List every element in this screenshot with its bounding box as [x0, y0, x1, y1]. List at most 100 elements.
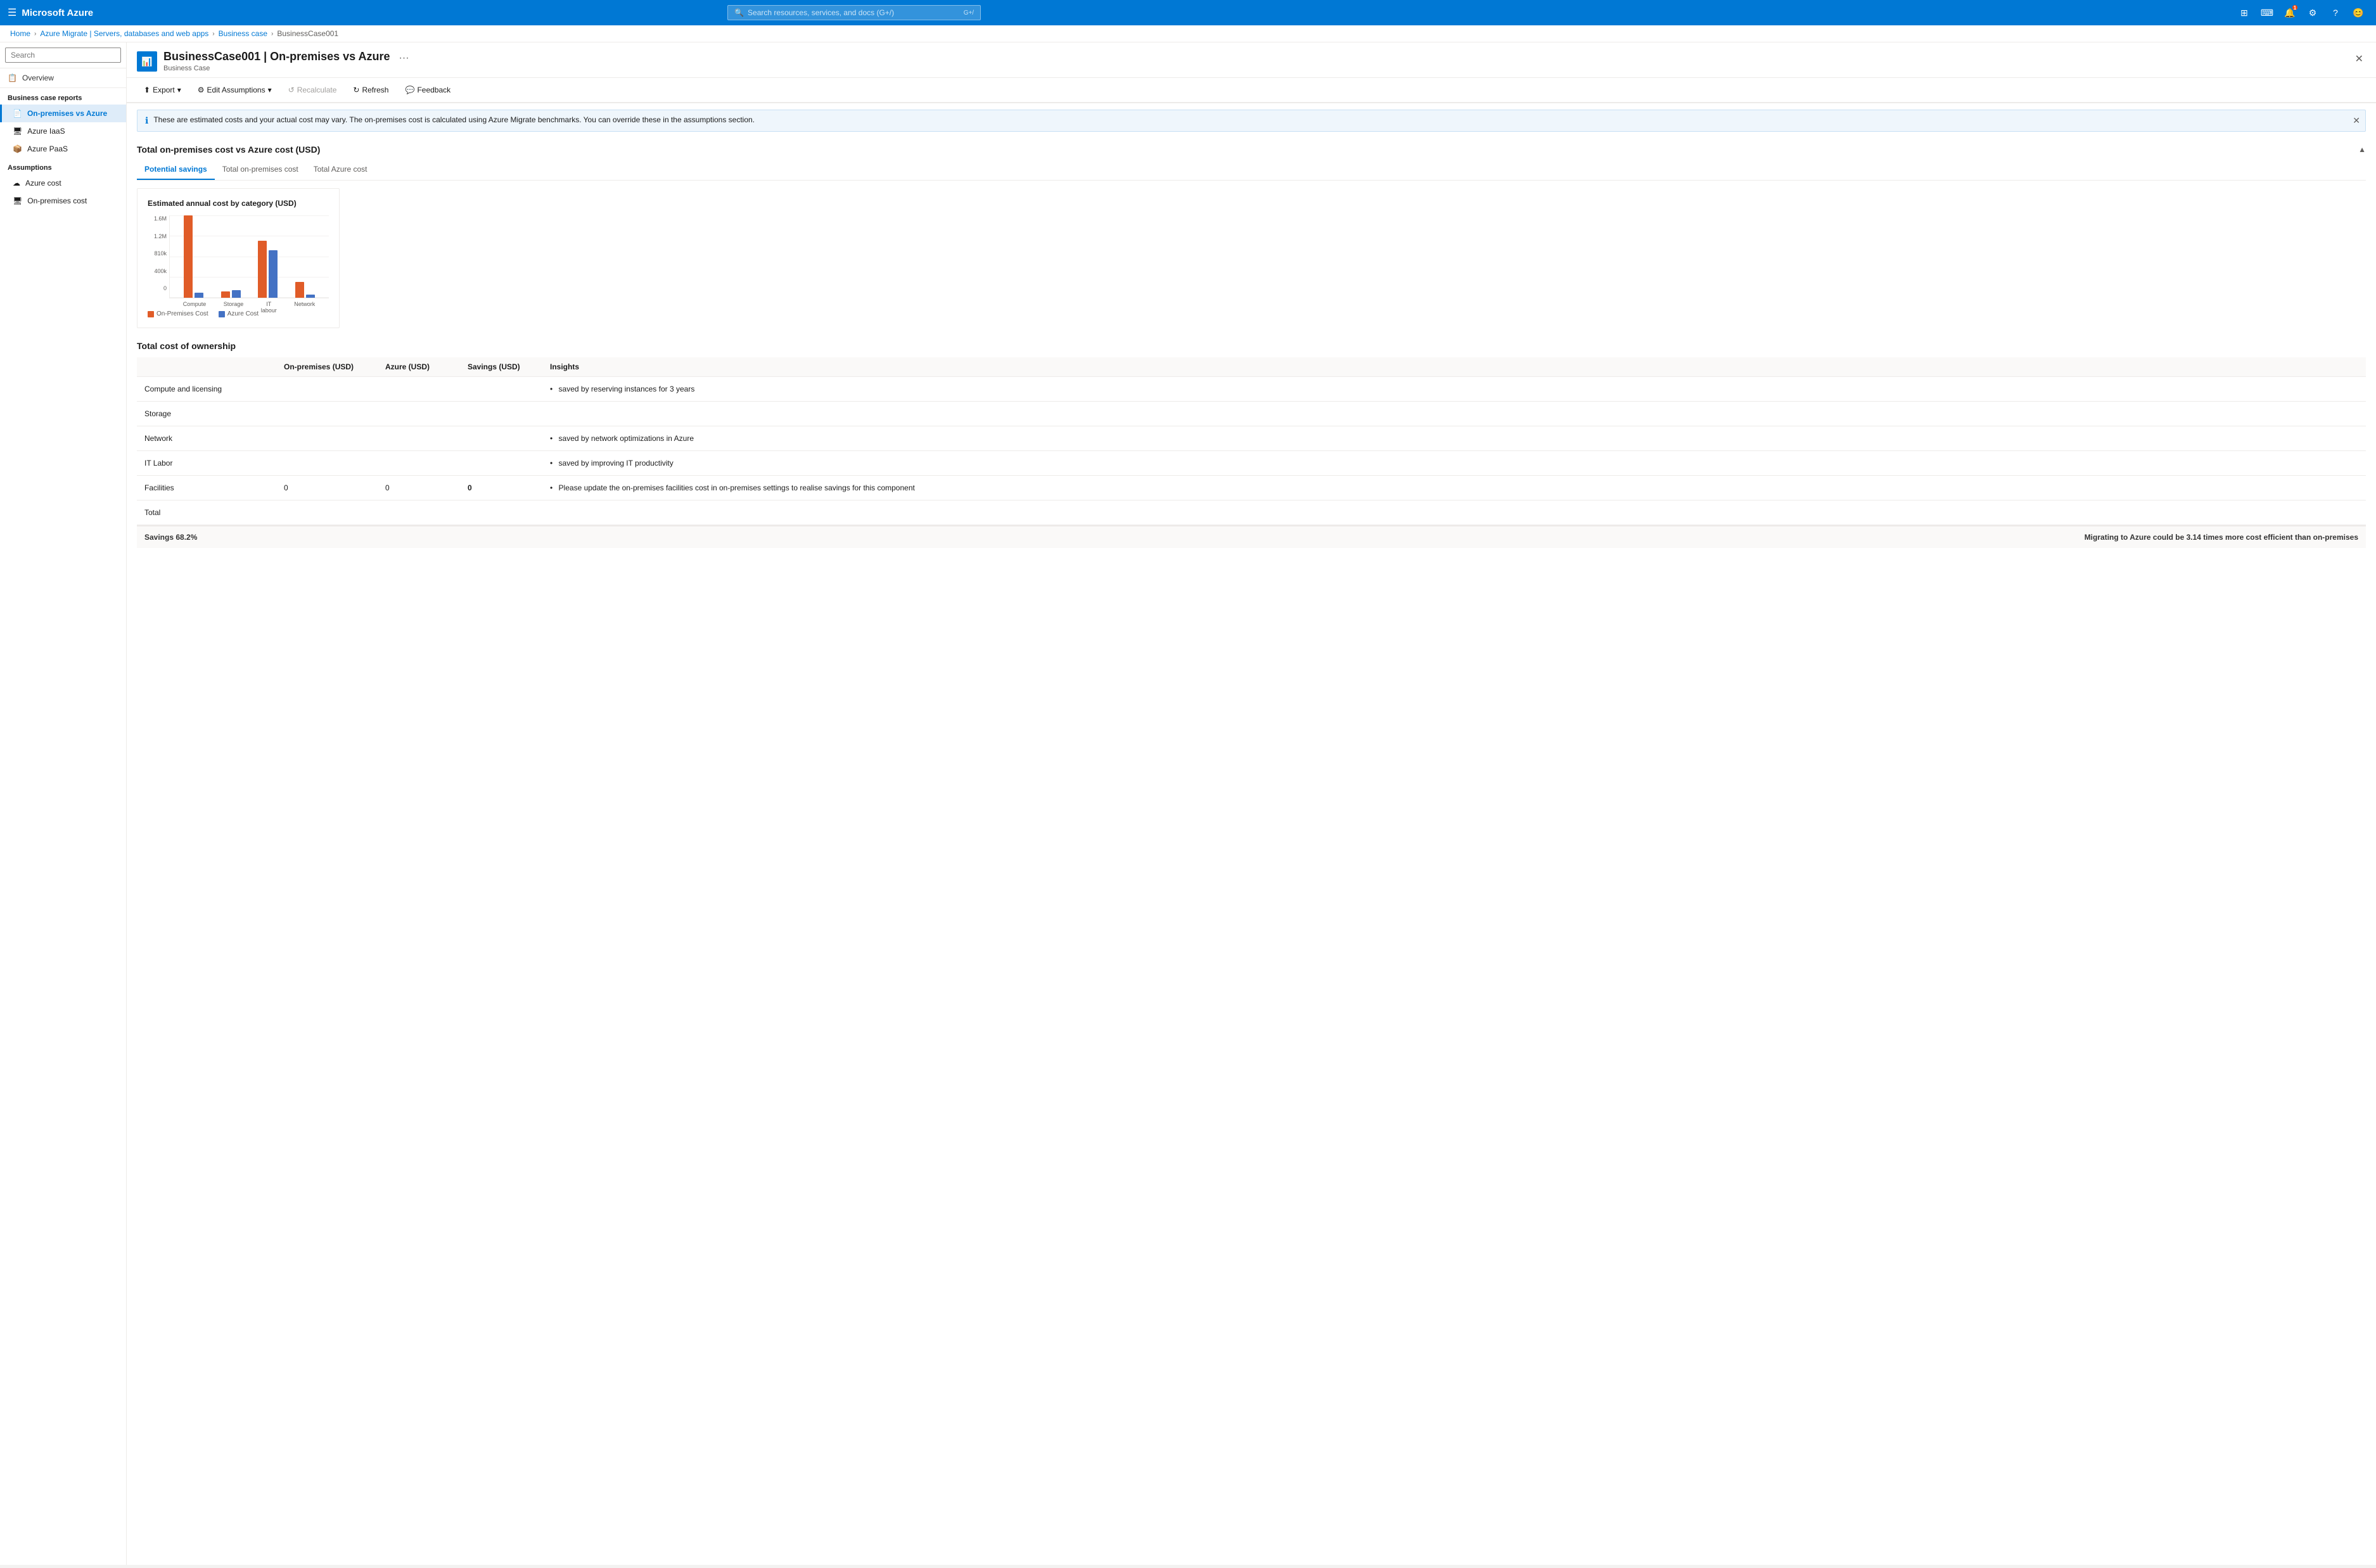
breadcrumb-business-case[interactable]: Business case	[219, 29, 267, 38]
settings-icon[interactable]: ⚙	[2303, 3, 2323, 23]
tco-row-total: Total	[137, 500, 2366, 525]
tco-cell-storage-insight	[542, 402, 2366, 426]
chart-inner: 1.6M 1.2M 810k 400k 0	[148, 215, 329, 304]
search-shortcut: G+/	[964, 10, 974, 16]
legend-dot-on-premises	[148, 311, 154, 317]
recalculate-button[interactable]: ↺ Recalculate	[281, 82, 344, 98]
close-button[interactable]: ✕	[2353, 50, 2366, 68]
sidebar-search-input[interactable]	[5, 48, 121, 63]
report-label-1: Azure IaaS	[27, 127, 65, 136]
tco-header-on-premises: On-premises (USD)	[276, 357, 378, 377]
section-title-text: Total on-premises cost vs Azure cost (US…	[137, 144, 320, 155]
export-chevron-icon: ▾	[177, 86, 181, 94]
sidebar-item-overview[interactable]: 📋 Overview	[0, 68, 126, 88]
tco-header-insights: Insights	[542, 357, 2366, 377]
sidebar-item-on-premises-vs-azure[interactable]: 📄 On-premises vs Azure	[0, 105, 126, 122]
tco-cell-total-onprem	[276, 500, 378, 525]
y-label-2: 810k	[154, 250, 167, 257]
refresh-icon: ↻	[353, 86, 359, 94]
tco-cell-network-savings	[460, 426, 542, 451]
info-banner: ℹ These are estimated costs and your act…	[137, 110, 2366, 132]
tco-insight-itlabor: saved by improving IT productivity	[559, 459, 674, 468]
notifications-icon[interactable]: 🔔1	[2280, 3, 2300, 23]
tco-cell-network-insight: • saved by network optimizations in Azur…	[542, 426, 2366, 451]
tco-cell-itlabor-savings	[460, 451, 542, 476]
chevron-icon-3: ›	[271, 30, 273, 37]
feedback-label: Feedback	[417, 86, 450, 94]
tco-cell-network-onprem	[276, 426, 378, 451]
tab-potential-savings[interactable]: Potential savings	[137, 160, 215, 180]
cloud-shell-icon[interactable]: ⌨	[2257, 3, 2277, 23]
hamburger-icon[interactable]: ☰	[8, 6, 16, 19]
tco-cell-compute-savings	[460, 377, 542, 402]
x-label-3: Network	[294, 301, 315, 314]
global-search-bar[interactable]: 🔍 G+/	[727, 5, 981, 20]
bar-itlabour-onprem	[258, 241, 267, 298]
more-options-button[interactable]: ···	[397, 50, 412, 67]
breadcrumb-azure-migrate[interactable]: Azure Migrate | Servers, databases and w…	[40, 29, 208, 38]
sidebar-item-on-premises-cost[interactable]: 🖥 On-premises cost	[0, 192, 126, 210]
refresh-button[interactable]: ↻ Refresh	[346, 82, 395, 98]
portal-icon[interactable]: ⊞	[2234, 3, 2254, 23]
tco-row-storage: Storage	[137, 402, 2366, 426]
tco-cell-total-savings	[460, 500, 542, 525]
tco-row-network: Network • saved by network optimizations…	[137, 426, 2366, 451]
legend-dot-azure	[219, 311, 225, 317]
breadcrumb-home[interactable]: Home	[10, 29, 30, 38]
on-premises-cost-icon: 🖥	[13, 196, 22, 205]
tco-cell-facilities-label: Facilities	[137, 476, 276, 500]
edit-icon: ⚙	[198, 86, 205, 94]
bars-row	[170, 215, 329, 298]
bar-compute-azure	[195, 293, 203, 298]
tco-title: Total cost of ownership	[137, 341, 2366, 351]
tab-total-azure[interactable]: Total Azure cost	[306, 160, 375, 180]
sidebar-item-azure-cost[interactable]: ☁ Azure cost	[0, 174, 126, 192]
report-label-2: Azure PaaS	[27, 144, 68, 153]
global-search-input[interactable]	[748, 8, 960, 17]
help-icon[interactable]: ?	[2325, 3, 2346, 23]
tco-cell-compute-label: Compute and licensing	[137, 377, 276, 402]
feedback-button[interactable]: 💬 Feedback	[398, 82, 457, 98]
tco-header-azure: Azure (USD)	[378, 357, 460, 377]
bullet-icon-3: •	[550, 459, 552, 468]
tco-table-body: Compute and licensing • saved by reservi…	[137, 377, 2366, 525]
bullet-icon: •	[550, 385, 552, 393]
bullet-icon-4: •	[550, 483, 552, 492]
edit-assumptions-button[interactable]: ⚙ Edit Assumptions ▾	[191, 82, 279, 98]
chart-title: Estimated annual cost by category (USD)	[148, 199, 329, 208]
tco-header-category	[137, 357, 276, 377]
collapse-button[interactable]: ▲	[2358, 145, 2366, 154]
report-label-0: On-premises vs Azure	[27, 109, 107, 118]
search-icon: 🔍	[734, 8, 744, 17]
sidebar-item-azure-paas[interactable]: 📦 Azure PaaS	[0, 140, 126, 158]
tco-cell-storage-label: Storage	[137, 402, 276, 426]
legend-azure-label: Azure Cost	[227, 310, 259, 317]
tco-cell-itlabor-label: IT Labor	[137, 451, 276, 476]
y-axis-labels: 1.6M 1.2M 810k 400k 0	[148, 215, 167, 304]
tco-cell-network-azure	[378, 426, 460, 451]
feedback-icon: 💬	[405, 86, 414, 94]
overview-icon: 📋	[8, 73, 17, 82]
tab-total-on-premises[interactable]: Total on-premises cost	[215, 160, 306, 180]
content-area: ℹ These are estimated costs and your act…	[127, 103, 2376, 1565]
tco-table-header: On-premises (USD) Azure (USD) Savings (U…	[137, 357, 2366, 377]
tco-row-itlabor: IT Labor • saved by improving IT product…	[137, 451, 2366, 476]
tco-insight-facilities: Please update the on-premises facilities…	[559, 483, 915, 492]
report-icon-1: 🖥	[13, 127, 22, 136]
tco-cell-storage-azure	[378, 402, 460, 426]
page-icon: 📊	[137, 51, 157, 72]
tab-row: Potential savings Total on-premises cost…	[137, 160, 2366, 181]
tco-insight-compute: saved by reserving instances for 3 years	[559, 385, 695, 393]
sidebar-search-container[interactable]	[0, 42, 126, 68]
tco-cell-compute-onprem	[276, 377, 378, 402]
sidebar-item-azure-iaas[interactable]: 🖥 Azure IaaS	[0, 122, 126, 140]
tco-cell-storage-savings	[460, 402, 542, 426]
export-button[interactable]: ⬆ Export ▾	[137, 82, 188, 98]
x-label-2: ITlabour	[261, 301, 277, 314]
bar-network-azure	[306, 295, 315, 298]
tco-cell-facilities-azure: 0	[378, 476, 460, 500]
feedback-icon[interactable]: 😊	[2348, 3, 2368, 23]
banner-close-button[interactable]: ✕	[2353, 115, 2360, 126]
chevron-icon: ›	[34, 30, 36, 37]
sidebar: 📋 Overview Business case reports 📄 On-pr…	[0, 42, 127, 1565]
